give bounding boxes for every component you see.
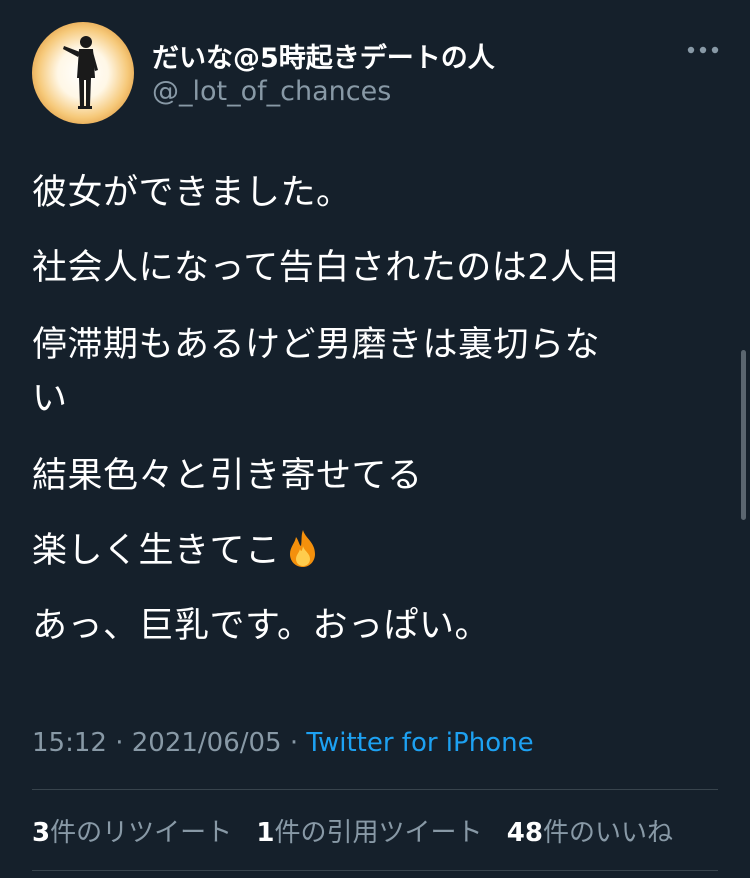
tweet-line-1: 彼女ができました。	[32, 173, 352, 213]
display-name[interactable]: だいな@5時起きデートの人	[152, 36, 495, 75]
quotes-count: 1	[256, 818, 275, 848]
tweet-line-2: 社会人になって告白されたのは2人目	[32, 248, 622, 288]
divider	[32, 789, 718, 790]
tweet-line-3: 停滞期もあるけど男磨きは裏切らな い	[32, 325, 601, 419]
retweets-label: 件のリツイート	[50, 818, 233, 848]
tweet-line-4: 結果色々と引き寄せてる	[32, 456, 423, 496]
more-options-icon[interactable]	[686, 44, 720, 56]
likes-label: 件のいいね	[542, 818, 673, 848]
likes-stat[interactable]: 48件のいいね	[507, 818, 673, 848]
divider	[32, 870, 718, 871]
avatar[interactable]	[32, 22, 134, 124]
tweet-stats: 3件のリツイート 1件の引用ツイート 48件のいいね	[32, 812, 689, 849]
tweet-header: だいな@5時起きデートの人 @_lot_of_chances	[32, 22, 722, 126]
tweet-meta: 15:12 · 2021/06/05 · Twitter for iPhone	[32, 728, 534, 758]
tweet-line-6: あっ、巨乳です。おっぱい。	[32, 606, 491, 646]
avatar-silhouette-icon	[63, 36, 98, 109]
tweet-date[interactable]: 2021/06/05	[132, 728, 282, 758]
retweets-count: 3	[32, 818, 51, 848]
quotes-stat[interactable]: 1件の引用ツイート	[256, 818, 482, 848]
quotes-label: 件の引用ツイート	[274, 818, 483, 848]
likes-count: 48	[506, 818, 543, 848]
scrollbar[interactable]	[741, 350, 746, 520]
tweet-text: 彼女ができました。 社会人になって告白されたのは2人目 停滞期もあるけど男磨きは…	[32, 168, 722, 676]
meta-separator: ·	[106, 728, 132, 758]
meta-separator: ·	[281, 728, 307, 758]
fire-icon	[289, 530, 315, 567]
tweet-time[interactable]: 15:12	[32, 728, 107, 758]
tweet-source-link[interactable]: Twitter for iPhone	[306, 728, 533, 758]
tweet-line-5-text: 楽しく生きてこ	[32, 531, 281, 571]
user-handle[interactable]: @_lot_of_chances	[152, 76, 391, 107]
retweets-stat[interactable]: 3件のリツイート	[32, 818, 232, 848]
tweet-line-5: 楽しく生きてこ	[32, 526, 722, 576]
